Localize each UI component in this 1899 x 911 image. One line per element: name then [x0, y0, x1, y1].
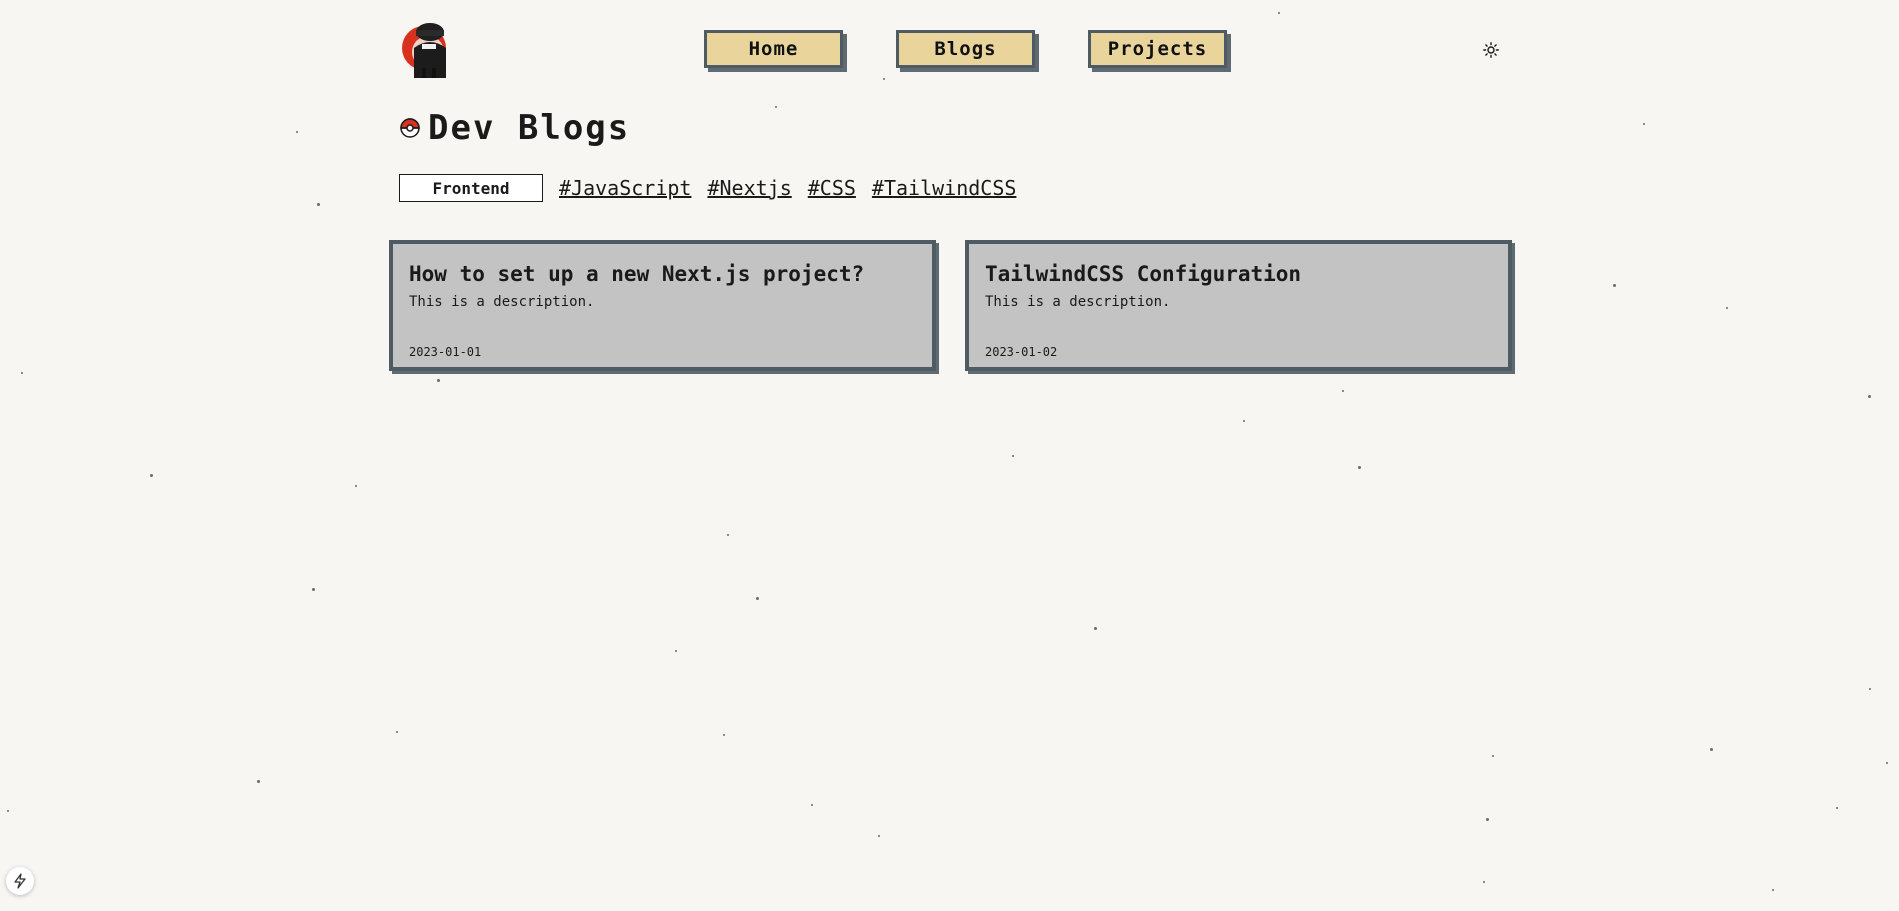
filter-bar: Frontend #JavaScript #Nextjs #CSS #Tailw… [399, 174, 1032, 202]
avatar-logo[interactable] [396, 18, 458, 80]
nav-blogs-button[interactable]: Blogs [896, 30, 1035, 68]
pokeball-icon [400, 118, 420, 138]
post-date: 2023-01-01 [409, 345, 482, 359]
post-description: This is a description. [409, 294, 595, 310]
starfield-background [0, 0, 1899, 911]
category-frontend-button[interactable]: Frontend [399, 174, 543, 202]
lightning-icon [14, 873, 26, 889]
post-title: TailwindCSS Configuration [985, 262, 1302, 286]
post-title: How to set up a new Next.js project? [409, 262, 865, 286]
blog-post-card[interactable]: TailwindCSS Configuration This is a desc… [965, 240, 1512, 371]
tag-css-link[interactable]: #CSS [808, 176, 856, 200]
theme-toggle-button[interactable] [1481, 40, 1501, 60]
tag-nextjs-link[interactable]: #Nextjs [707, 176, 791, 200]
sun-icon [1483, 42, 1499, 58]
tag-javascript-link[interactable]: #JavaScript [559, 176, 691, 200]
tag-tailwindcss-link[interactable]: #TailwindCSS [872, 176, 1017, 200]
dev-tools-button[interactable] [6, 867, 34, 895]
site-header: Home Blogs Projects [396, 18, 1511, 86]
blog-post-card[interactable]: How to set up a new Next.js project? Thi… [389, 240, 936, 371]
nav-projects-button[interactable]: Projects [1088, 30, 1227, 68]
page-title: Dev Blogs [428, 108, 631, 148]
post-description: This is a description. [985, 294, 1171, 310]
nav-home-button[interactable]: Home [704, 30, 843, 68]
post-date: 2023-01-02 [985, 345, 1058, 359]
page-title-row: Dev Blogs [400, 108, 630, 148]
